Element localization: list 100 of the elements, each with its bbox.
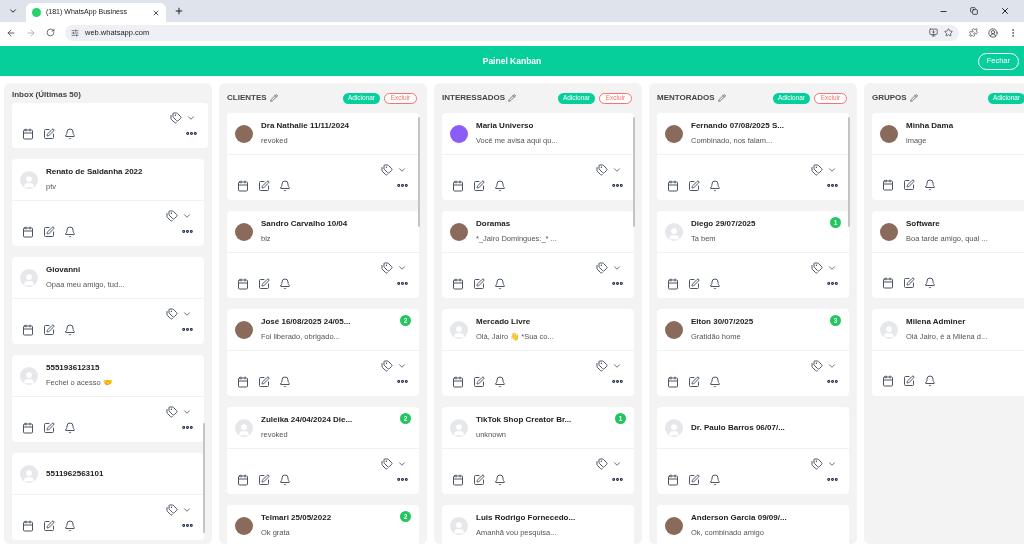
extensions-icon[interactable] xyxy=(969,28,978,37)
bell-icon[interactable] xyxy=(709,179,721,192)
chevron-down-icon[interactable] xyxy=(182,211,192,221)
chevron-down-icon[interactable] xyxy=(612,459,622,469)
bell-icon[interactable] xyxy=(709,375,721,388)
chevron-down-icon[interactable] xyxy=(182,505,192,515)
note-edit-icon[interactable] xyxy=(903,179,915,191)
chevron-down-icon[interactable] xyxy=(612,263,622,273)
calendar-icon[interactable] xyxy=(667,277,679,290)
edit-icon[interactable] xyxy=(269,94,278,102)
chevron-down-icon[interactable] xyxy=(397,361,407,371)
tag-icon[interactable] xyxy=(166,504,178,516)
edit-icon[interactable] xyxy=(717,94,726,102)
calendar-icon[interactable] xyxy=(667,179,679,192)
note-edit-icon[interactable] xyxy=(43,421,55,434)
bell-icon[interactable] xyxy=(64,421,76,434)
calendar-icon[interactable] xyxy=(22,323,34,336)
chevron-down-icon[interactable] xyxy=(397,263,407,273)
bell-icon[interactable] xyxy=(64,323,76,336)
note-edit-icon[interactable] xyxy=(43,225,55,238)
tag-icon[interactable] xyxy=(170,112,182,124)
note-edit-icon[interactable] xyxy=(43,127,55,140)
note-edit-icon[interactable] xyxy=(258,179,270,192)
bell-icon[interactable] xyxy=(279,179,291,192)
close-window-icon[interactable] xyxy=(1000,6,1010,16)
calendar-icon[interactable] xyxy=(22,127,34,140)
tag-icon[interactable] xyxy=(381,164,393,176)
calendar-icon[interactable] xyxy=(882,375,894,387)
tab-search-icon[interactable] xyxy=(8,6,18,16)
scrollbar[interactable] xyxy=(203,423,205,533)
install-icon[interactable] xyxy=(929,28,938,37)
bell-icon[interactable] xyxy=(924,375,936,387)
tag-icon[interactable] xyxy=(381,262,393,274)
chevron-down-icon[interactable] xyxy=(827,165,837,175)
calendar-icon[interactable] xyxy=(882,277,894,289)
chevron-down-icon[interactable] xyxy=(397,165,407,175)
star-icon[interactable] xyxy=(944,28,953,37)
calendar-icon[interactable] xyxy=(667,473,679,486)
note-edit-icon[interactable] xyxy=(258,473,270,486)
calendar-icon[interactable] xyxy=(22,225,34,238)
tag-icon[interactable] xyxy=(166,308,178,320)
calendar-icon[interactable] xyxy=(452,473,464,486)
note-edit-icon[interactable] xyxy=(473,179,485,192)
contact-card[interactable]: 5511962563101 xyxy=(12,453,204,540)
calendar-icon[interactable] xyxy=(452,375,464,388)
chevron-down-icon[interactable] xyxy=(397,459,407,469)
bell-icon[interactable] xyxy=(279,375,291,388)
chevron-down-icon[interactable] xyxy=(827,459,837,469)
calendar-icon[interactable] xyxy=(452,277,464,290)
note-edit-icon[interactable] xyxy=(43,323,55,336)
contact-card[interactable]: Dr. Paulo Barros 06/07/... xyxy=(657,407,849,494)
note-edit-icon[interactable] xyxy=(688,277,700,290)
calendar-icon[interactable] xyxy=(237,277,249,290)
bell-icon[interactable] xyxy=(494,277,506,290)
tag-icon[interactable] xyxy=(596,262,608,274)
calendar-icon[interactable] xyxy=(667,375,679,388)
note-edit-icon[interactable] xyxy=(903,375,915,387)
back-icon[interactable] xyxy=(6,27,16,38)
note-edit-icon[interactable] xyxy=(903,277,915,289)
chevron-down-icon[interactable] xyxy=(612,361,622,371)
profile-icon[interactable] xyxy=(988,27,998,38)
restore-icon[interactable] xyxy=(970,7,978,15)
close-icon[interactable] xyxy=(152,8,160,17)
note-edit-icon[interactable] xyxy=(43,519,55,532)
tag-icon[interactable] xyxy=(596,458,608,470)
tag-icon[interactable] xyxy=(811,360,823,372)
bell-icon[interactable] xyxy=(709,277,721,290)
tag-icon[interactable] xyxy=(596,360,608,372)
scrollbar[interactable] xyxy=(848,117,850,227)
reload-icon[interactable] xyxy=(46,28,55,37)
note-edit-icon[interactable] xyxy=(688,179,700,192)
calendar-icon[interactable] xyxy=(237,473,249,486)
bell-icon[interactable] xyxy=(64,519,76,532)
tag-icon[interactable] xyxy=(596,164,608,176)
bell-icon[interactable] xyxy=(64,127,76,140)
tag-icon[interactable] xyxy=(811,262,823,274)
tag-icon[interactable] xyxy=(166,406,178,418)
calendar-icon[interactable] xyxy=(237,179,249,192)
note-edit-icon[interactable] xyxy=(688,375,700,388)
edit-icon[interactable] xyxy=(909,94,918,102)
tag-icon[interactable] xyxy=(381,360,393,372)
bell-icon[interactable] xyxy=(279,277,291,290)
calendar-icon[interactable] xyxy=(22,421,34,434)
bell-icon[interactable] xyxy=(494,375,506,388)
site-settings-icon[interactable] xyxy=(71,28,79,37)
chevron-down-icon[interactable] xyxy=(827,361,837,371)
note-edit-icon[interactable] xyxy=(688,473,700,486)
scrollbar[interactable] xyxy=(633,117,635,227)
chevron-down-icon[interactable] xyxy=(182,407,192,417)
bell-icon[interactable] xyxy=(279,473,291,486)
bell-icon[interactable] xyxy=(494,179,506,192)
calendar-icon[interactable] xyxy=(452,179,464,192)
chevron-down-icon[interactable] xyxy=(182,309,192,319)
scrollbar[interactable] xyxy=(418,117,420,227)
note-edit-icon[interactable] xyxy=(473,375,485,388)
note-edit-icon[interactable] xyxy=(473,277,485,290)
bell-icon[interactable] xyxy=(64,225,76,238)
tag-icon[interactable] xyxy=(811,164,823,176)
note-edit-icon[interactable] xyxy=(258,277,270,290)
chevron-down-icon[interactable] xyxy=(186,113,196,123)
